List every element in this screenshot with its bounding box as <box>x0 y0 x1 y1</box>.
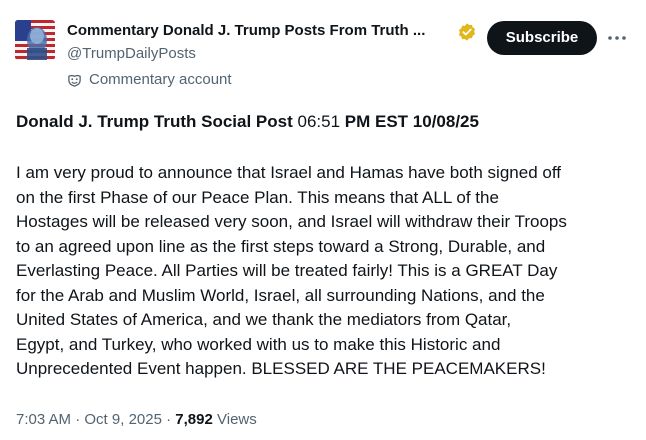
post-title-time: 06:51 <box>297 112 341 131</box>
post-body-line: United States of America, and we thank t… <box>16 310 512 329</box>
more-dots-icon[interactable] <box>606 28 628 48</box>
gold-verified-badge-icon[interactable] <box>457 22 477 42</box>
post-body-line: on the first Phase of our Peace Plan. Th… <box>16 187 499 207</box>
post-body-line: Hostages will be released very soon, and… <box>16 212 567 231</box>
post-body-line: I am very proud to announce that Israel … <box>16 163 561 182</box>
post-body-line: Unprecedented Event happen. BLESSED ARE … <box>16 359 546 378</box>
commentary-account-text: Commentary account <box>89 71 232 88</box>
views-label: Views <box>217 411 257 428</box>
post-body-line: Egypt, and Turkey, who worked with us to… <box>16 334 501 354</box>
views-count: 7,892 <box>175 411 213 428</box>
account-handle[interactable]: @TrumpDailyPosts <box>67 44 196 64</box>
post-title-bold: Donald J. Trump Truth Social Post <box>16 112 293 131</box>
post-body: I am very proud to announce that Israel … <box>16 161 634 382</box>
meta-separator: · <box>166 411 172 428</box>
post-body-line: Everlasting Peace. All Parties will be t… <box>16 261 558 280</box>
post-title: Donald J. Trump Truth Social Post 06:51 … <box>16 110 636 134</box>
flag-portrait-avatar-icon <box>15 20 55 60</box>
subscribe-button[interactable]: Subscribe <box>487 21 597 55</box>
commentary-label: Commentary account <box>67 70 232 90</box>
post-date[interactable]: Oct 9, 2025 <box>84 411 162 428</box>
post-title-rest: PM EST 10/08/25 <box>344 112 479 131</box>
post-header: Commentary Donald J. Trump Posts From Tr… <box>0 0 646 96</box>
display-name[interactable]: Commentary Donald J. Trump Posts From Tr… <box>67 21 452 41</box>
meta-separator: · <box>75 411 81 428</box>
post-body-line: for the Arab and Muslim World, Israel, a… <box>16 285 545 305</box>
post-meta: 7:03 AM · Oct 9, 2025 · 7,892 Views <box>16 410 257 430</box>
avatar[interactable] <box>15 20 55 60</box>
commentary-mask-icon <box>68 74 81 87</box>
post-time[interactable]: 7:03 AM <box>16 411 71 428</box>
post-body-line: to an agreed upon line as the first step… <box>16 236 546 256</box>
